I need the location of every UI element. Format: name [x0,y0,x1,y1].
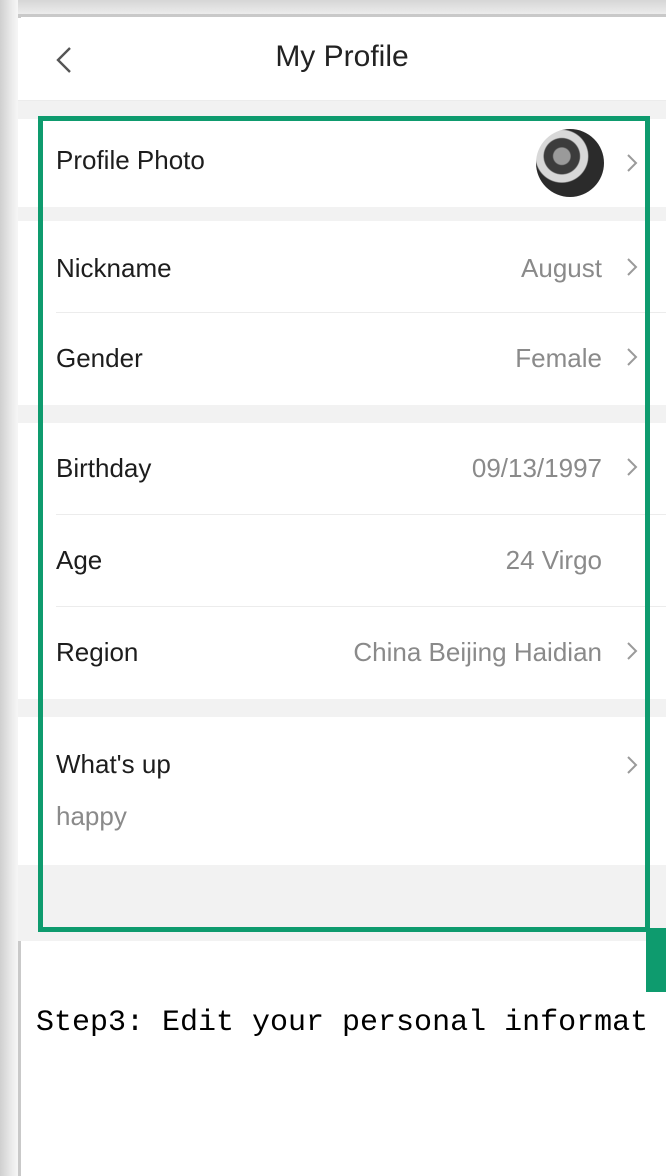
birthday-row[interactable]: Birthday 09/13/1997 [18,423,666,515]
frame-left [0,0,18,1176]
birthday-label: Birthday [56,453,152,483]
nickname-label: Nickname [56,253,172,283]
avatar [536,129,604,197]
chevron-right-icon [627,458,638,476]
region-row[interactable]: Region China Beijing Haidian [18,607,666,699]
region-label: Region [56,637,139,667]
nickname-value: August [521,253,602,283]
whats-up-value: happy [56,801,127,831]
frame-top [0,0,666,14]
step-caption: Step3: Edit your personal informat [36,1006,649,1040]
whats-up-row[interactable]: What's up happy [18,717,666,865]
birthday-value: 09/13/1997 [471,453,602,483]
age-label: Age [56,545,103,575]
profile-photo-label: Profile Photo [56,145,205,175]
chevron-right-icon [627,258,638,276]
app-header: My Profile [18,18,666,101]
whats-up-label: What's up [56,749,171,779]
profile-list: Profile Photo Nickname August Gender Fem… [18,101,666,941]
profile-photo-row[interactable]: Profile Photo [18,119,666,207]
page-title: My Profile [275,40,409,73]
gender-label: Gender [56,343,143,373]
gender-row[interactable]: Gender Female [18,313,666,405]
highlight-tab [646,928,666,992]
chevron-right-icon [627,348,638,366]
region-value: China Beijing Haidian [353,637,602,667]
nickname-row[interactable]: Nickname August [18,221,666,313]
age-row: Age 24 Virgo [18,515,666,607]
gender-value: Female [515,343,602,373]
chevron-right-icon [627,154,638,172]
chevron-right-icon [627,756,638,774]
chevron-right-icon [627,642,638,660]
age-value: 24 Virgo [505,545,602,575]
